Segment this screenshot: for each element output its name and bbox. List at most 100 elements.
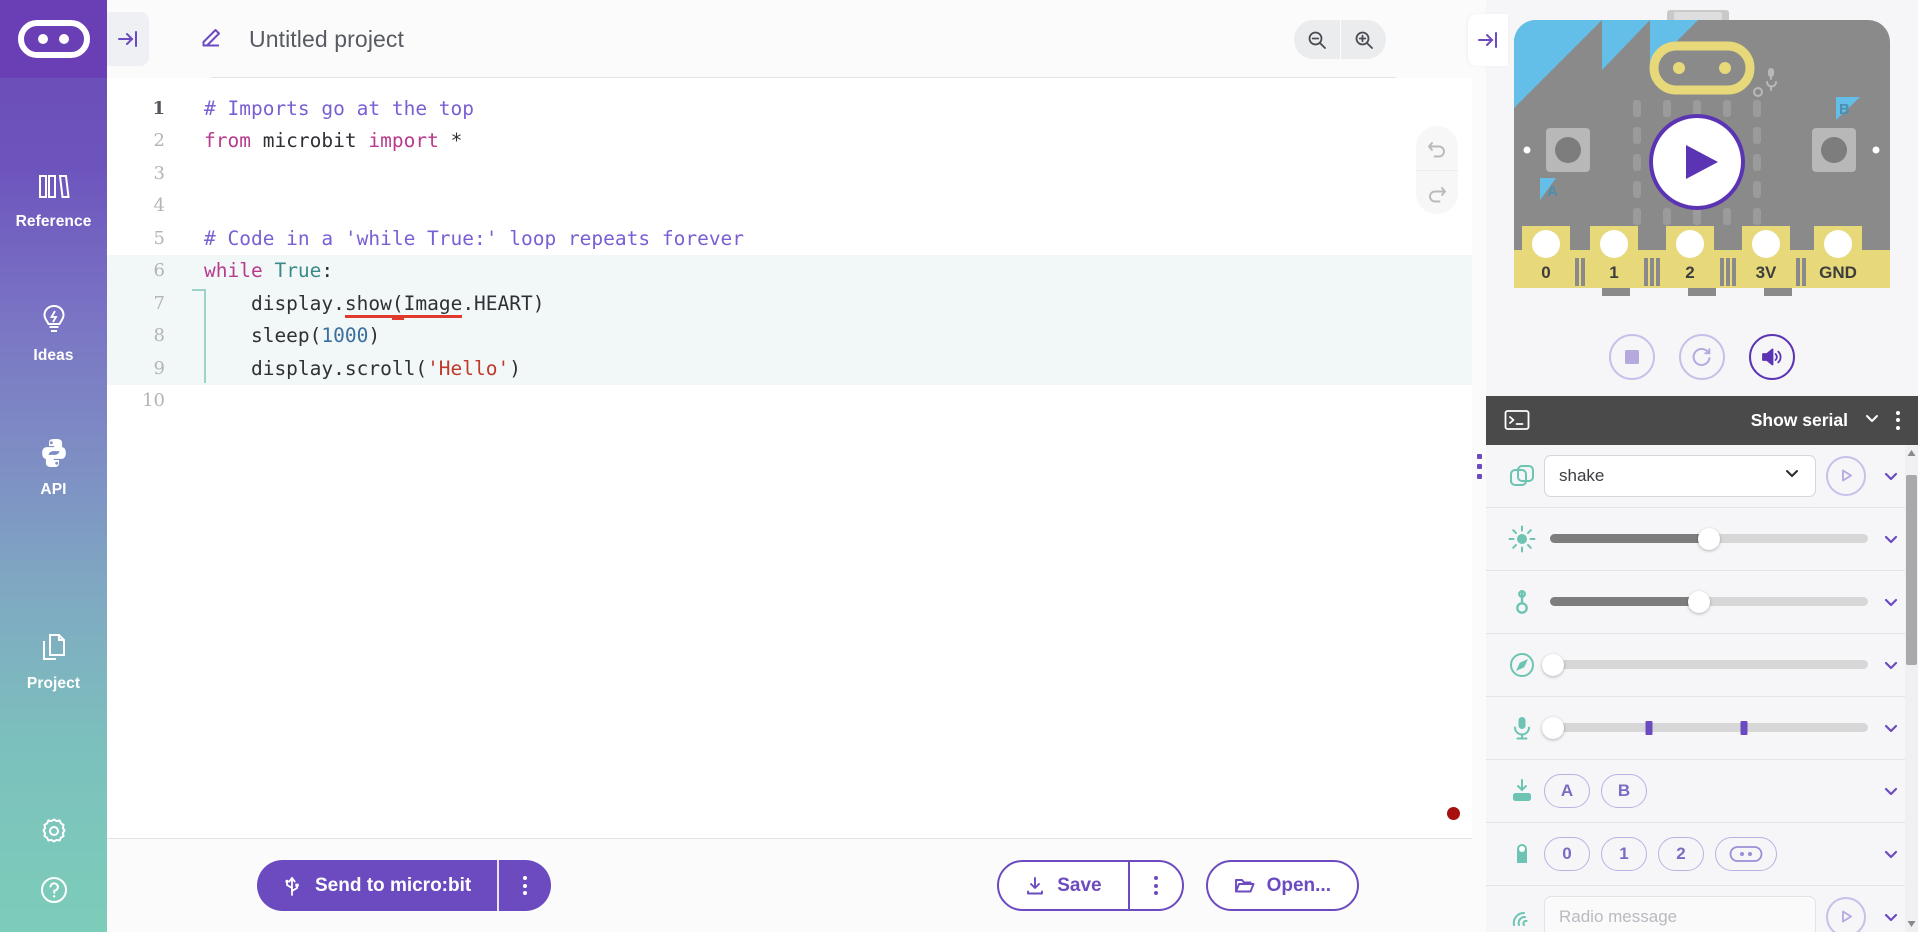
zoom-out-button[interactable] — [1294, 20, 1340, 59]
buttons-expand-chevron[interactable] — [1874, 781, 1908, 801]
editor-bottom-toolbar: Send to micro:bit Save Open... — [107, 838, 1472, 932]
redo-button[interactable] — [1416, 170, 1458, 214]
code-line[interactable]: 4 — [107, 190, 1472, 223]
collapse-simulator-icon — [1478, 32, 1497, 48]
code-line[interactable]: 7 display.show(Image.HEART) — [107, 287, 1472, 320]
code-lines[interactable]: 1 # Imports go at the top 2 from microbit i… — [107, 78, 1472, 838]
code-editor[interactable]: 1 # Imports go at the top 2 from microbit i… — [107, 78, 1472, 838]
slider-knob[interactable] — [1542, 716, 1565, 739]
scroll-up-arrow[interactable] — [1905, 445, 1918, 461]
code-token: from — [204, 129, 263, 153]
code-line[interactable]: 2 from microbit import * — [107, 125, 1472, 158]
code-token: .HEART) — [462, 291, 545, 315]
send-more-options-button[interactable] — [499, 860, 551, 911]
button-b[interactable]: B — [1601, 773, 1647, 808]
button-a[interactable]: A — [1544, 773, 1590, 808]
pin-button-1[interactable]: 1 — [1601, 836, 1647, 871]
pin-button-2[interactable]: 2 — [1658, 836, 1704, 871]
microbit-board[interactable]: A B 0 1 2 3V GND — [1486, 0, 1918, 317]
pin-button-0[interactable]: 0 — [1544, 836, 1590, 871]
collapse-simulator-button[interactable] — [1468, 14, 1508, 66]
light-level-slider[interactable] — [1550, 527, 1868, 550]
stop-button[interactable] — [1609, 333, 1655, 380]
serial-menu-button[interactable] — [1896, 410, 1900, 430]
code-token: display.scroll( — [204, 356, 428, 380]
gesture-play-button[interactable] — [1826, 455, 1866, 496]
download-icon — [1027, 876, 1044, 894]
microphone-row — [1486, 697, 1918, 760]
slider-knob[interactable] — [1542, 653, 1565, 676]
open-button[interactable]: Open... — [1205, 860, 1359, 911]
microbit-logo-icon — [17, 20, 90, 58]
code-line[interactable]: 5 # Code in a 'while True:' loop repeats … — [107, 222, 1472, 255]
send-to-microbit-label: Send to micro:bit — [315, 874, 472, 896]
send-to-microbit-main[interactable]: Send to micro:bit — [257, 860, 497, 911]
slider-knob[interactable] — [1698, 527, 1720, 550]
sensors-scrollbar[interactable] — [1905, 444, 1918, 932]
pin-button-logo[interactable] — [1715, 836, 1777, 871]
light-level-expand-chevron[interactable] — [1874, 529, 1908, 549]
save-main[interactable]: Save — [999, 862, 1127, 909]
zoom-in-button[interactable] — [1340, 20, 1386, 59]
microbit-logo[interactable] — [0, 0, 107, 78]
microphone-slider[interactable] — [1542, 716, 1868, 739]
slider-knob[interactable] — [1688, 590, 1711, 613]
gesture-select[interactable]: shake — [1544, 454, 1816, 497]
line-text: sleep(1000) — [179, 324, 380, 347]
code-line[interactable]: 3 — [107, 157, 1472, 190]
sidebar-item-ideas[interactable]: Ideas — [0, 303, 107, 365]
editor-column: Untitled project 1 # Imports go at the to… — [107, 0, 1472, 932]
scroll-down-arrow[interactable] — [1905, 916, 1918, 932]
show-serial-button[interactable]: Show serial — [1751, 410, 1848, 431]
gear-icon[interactable] — [39, 816, 69, 851]
ab-buttons: A B — [1544, 773, 1874, 808]
code-line[interactable]: 6 while True: — [107, 254, 1472, 287]
line-text: display.scroll('Hello') — [179, 357, 521, 380]
panel-resize-handle[interactable] — [1472, 0, 1486, 932]
sidebar-item-project[interactable]: Project — [0, 631, 107, 693]
microphone-expand-chevron[interactable] — [1874, 718, 1908, 738]
svg-text:A: A — [1547, 183, 1558, 200]
temperature-slider[interactable] — [1550, 590, 1868, 613]
compass-slider[interactable] — [1542, 653, 1868, 676]
logo-eye-left — [38, 34, 48, 44]
save-button[interactable]: Save — [997, 860, 1184, 911]
temperature-expand-chevron[interactable] — [1874, 592, 1908, 612]
help-circle-icon[interactable] — [39, 875, 69, 910]
send-to-microbit-button[interactable]: Send to micro:bit — [257, 860, 551, 911]
code-line[interactable]: 10 — [107, 385, 1472, 418]
pin-label-2: 2 — [1685, 263, 1694, 282]
radio-send-button[interactable] — [1826, 896, 1866, 932]
code-line[interactable]: 9 display.scroll('Hello') — [107, 352, 1472, 385]
play-icon — [1841, 910, 1852, 923]
rename-project-button[interactable] — [197, 26, 223, 52]
pin-label-0: 0 — [1541, 263, 1550, 282]
sidebar-nav: Reference Ideas API Project — [0, 78, 107, 816]
scrollbar-thumb[interactable] — [1906, 474, 1917, 665]
code-token: 'Hello' — [427, 356, 510, 380]
pins-expand-chevron[interactable] — [1874, 844, 1908, 864]
radio-expand-chevron[interactable] — [1874, 907, 1908, 927]
undo-button[interactable] — [1416, 126, 1458, 170]
code-line[interactable]: 8 sleep(1000) — [107, 319, 1472, 352]
pins-row: 0 1 2 — [1486, 823, 1918, 886]
compass-expand-chevron[interactable] — [1874, 655, 1908, 675]
reset-button[interactable] — [1679, 333, 1725, 380]
collapse-sidebar-button[interactable] — [107, 12, 149, 66]
open-main[interactable]: Open... — [1208, 862, 1357, 909]
sidebar-item-reference[interactable]: Reference — [0, 171, 107, 231]
microphone-threshold-quiet[interactable] — [1645, 720, 1653, 735]
sidebar-item-api[interactable]: API — [0, 437, 107, 499]
play-icon — [1841, 469, 1852, 482]
pin-buttons: 0 1 2 — [1544, 836, 1874, 871]
mute-button[interactable] — [1749, 333, 1795, 380]
code-line[interactable]: 1 # Imports go at the top — [107, 92, 1472, 125]
chevron-down-icon[interactable] — [1863, 409, 1881, 432]
radio-message-input[interactable]: Radio message — [1544, 895, 1816, 932]
error-indicator-dot[interactable] — [1447, 807, 1460, 820]
zoom-controls — [1294, 20, 1386, 59]
chevron-down-icon — [1783, 464, 1801, 487]
save-more-options-button[interactable] — [1130, 862, 1182, 909]
gesture-expand-chevron[interactable] — [1874, 466, 1908, 486]
microphone-threshold-loud[interactable] — [1740, 720, 1748, 735]
